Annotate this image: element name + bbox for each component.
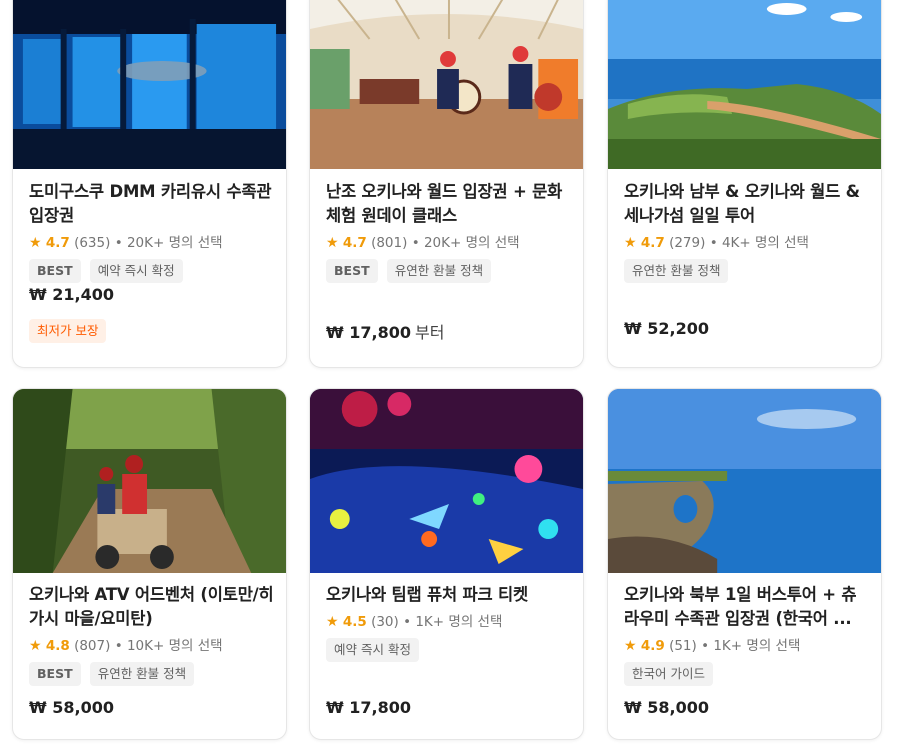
rating-row: ★ 4.9 (51) • 1K+ 명의 선택: [624, 636, 869, 656]
rating-row: ★ 4.8 (807) • 10K+ 명의 선택: [29, 636, 274, 656]
tag-list: 예약 즉시 확정: [326, 638, 571, 662]
product-image-aquarium[interactable]: [13, 0, 286, 169]
tag-flexible-refund: 유연한 환불 정책: [89, 662, 195, 686]
rating-row: ★ 4.5 (30) • 1K+ 명의 선택: [326, 612, 571, 632]
product-image-atv[interactable]: [13, 389, 286, 573]
tag-korean-guide: 한국어 가이드: [624, 662, 713, 686]
tag-best: BEST: [326, 259, 378, 283]
price-value: ₩ 17,800: [326, 698, 411, 717]
price-value: ₩ 21,400: [29, 285, 114, 304]
tag-best: BEST: [29, 259, 81, 283]
product-title[interactable]: 오키나와 북부 1일 버스투어 + 츄라우미 수족관 입장권 (한국어 ...: [624, 583, 869, 631]
rating-score: 4.9: [640, 638, 665, 654]
product-card-teamlab[interactable]: 오키나와 팀랩 퓨처 파크 티켓 ★ 4.5 (30) • 1K+ 명의 선택 …: [309, 388, 584, 740]
rating-score: 4.7: [342, 235, 367, 251]
tag-instant-confirm: 예약 즉시 확정: [89, 259, 183, 283]
price: ₩ 17,800: [326, 698, 411, 717]
promo-badge-lowest-price: 최저가 보장: [29, 319, 107, 343]
rating-score: 4.7: [45, 235, 70, 251]
rating-score: 4.8: [45, 638, 70, 654]
product-image-cliff[interactable]: [608, 0, 881, 169]
tag-list: 한국어 가이드: [624, 662, 869, 686]
star-icon: ★: [326, 235, 339, 251]
tag-list: 유연한 환불 정책: [624, 259, 869, 283]
rating-row: ★ 4.7 (635) • 20K+ 명의 선택: [29, 233, 274, 253]
price-value: ₩ 17,800: [326, 323, 411, 342]
product-image-sea-rock[interactable]: [608, 389, 881, 573]
product-title[interactable]: 난조 오키나와 월드 입장권 + 문화체험 원데이 클래스: [326, 180, 571, 228]
rating-row: ★ 4.7 (801) • 20K+ 명의 선택: [326, 233, 571, 253]
tag-instant-confirm: 예약 즉시 확정: [326, 638, 419, 662]
product-title[interactable]: 도미구스쿠 DMM 카리유시 수족관 입장권: [29, 180, 274, 228]
tag-flexible-refund: 유연한 환불 정책: [624, 259, 729, 283]
product-title[interactable]: 오키나와 팀랩 퓨처 파크 티켓: [326, 583, 571, 607]
popularity: • 20K+ 명의 선택: [114, 235, 223, 251]
star-icon: ★: [29, 638, 42, 654]
star-icon: ★: [326, 614, 339, 630]
review-count: (279): [669, 235, 706, 251]
popularity: • 1K+ 명의 선택: [403, 614, 503, 630]
product-image-teamlab[interactable]: [310, 389, 583, 573]
price-value: ₩ 58,000: [29, 698, 114, 717]
product-title[interactable]: 오키나와 ATV 어드벤처 (이토만/히가시 마을/요미탄): [29, 583, 274, 631]
rating-row: ★ 4.7 (279) • 4K+ 명의 선택: [624, 233, 869, 253]
price-value: ₩ 58,000: [624, 698, 709, 717]
product-card-northern-bus-tour[interactable]: 오키나와 북부 1일 버스투어 + 츄라우미 수족관 입장권 (한국어 ... …: [607, 388, 882, 740]
product-card-atv-adventure[interactable]: 오키나와 ATV 어드벤처 (이토만/히가시 마을/요미탄) ★ 4.8 (80…: [12, 388, 287, 740]
price-value: ₩ 52,200: [624, 319, 709, 338]
rating-score: 4.7: [640, 235, 665, 251]
popularity: • 4K+ 명의 선택: [709, 235, 809, 251]
review-count: (51): [669, 638, 697, 654]
price: ₩ 58,000: [29, 698, 114, 717]
product-image-eisa[interactable]: [310, 0, 583, 169]
review-count: (801): [371, 235, 408, 251]
star-icon: ★: [624, 638, 637, 654]
tag-flexible-refund: 유연한 환불 정책: [386, 259, 492, 283]
price: ₩ 52,200: [624, 319, 709, 338]
product-card-dmm-aquarium[interactable]: 도미구스쿠 DMM 카리유시 수족관 입장권 ★ 4.7 (635) • 20K…: [12, 0, 287, 368]
star-icon: ★: [624, 235, 637, 251]
review-count: (807): [74, 638, 111, 654]
star-icon: ★: [29, 235, 42, 251]
product-title[interactable]: 오키나와 남부 & 오키나와 월드 & 세나가섬 일일 투어: [624, 180, 869, 228]
review-count: (30): [371, 614, 399, 630]
tag-list: BEST 유연한 환불 정책: [326, 259, 571, 283]
price: ₩ 58,000: [624, 698, 709, 717]
popularity: • 1K+ 명의 선택: [701, 638, 801, 654]
tag-list: BEST 예약 즉시 확정: [29, 259, 274, 283]
review-count: (635): [74, 235, 111, 251]
rating-score: 4.5: [342, 614, 367, 630]
price-suffix: 부터: [414, 323, 445, 342]
popularity: • 20K+ 명의 선택: [411, 235, 520, 251]
price: ₩ 17,800 부터: [326, 319, 444, 343]
product-card-okinawa-world-class[interactable]: 난조 오키나와 월드 입장권 + 문화체험 원데이 클래스 ★ 4.7 (801…: [309, 0, 584, 368]
tag-list: BEST 유연한 환불 정책: [29, 662, 274, 686]
tag-best: BEST: [29, 662, 81, 686]
product-card-southern-day-tour[interactable]: 오키나와 남부 & 오키나와 월드 & 세나가섬 일일 투어 ★ 4.7 (27…: [607, 0, 882, 368]
popularity: • 10K+ 명의 선택: [114, 638, 223, 654]
price: ₩ 21,400: [29, 285, 114, 304]
